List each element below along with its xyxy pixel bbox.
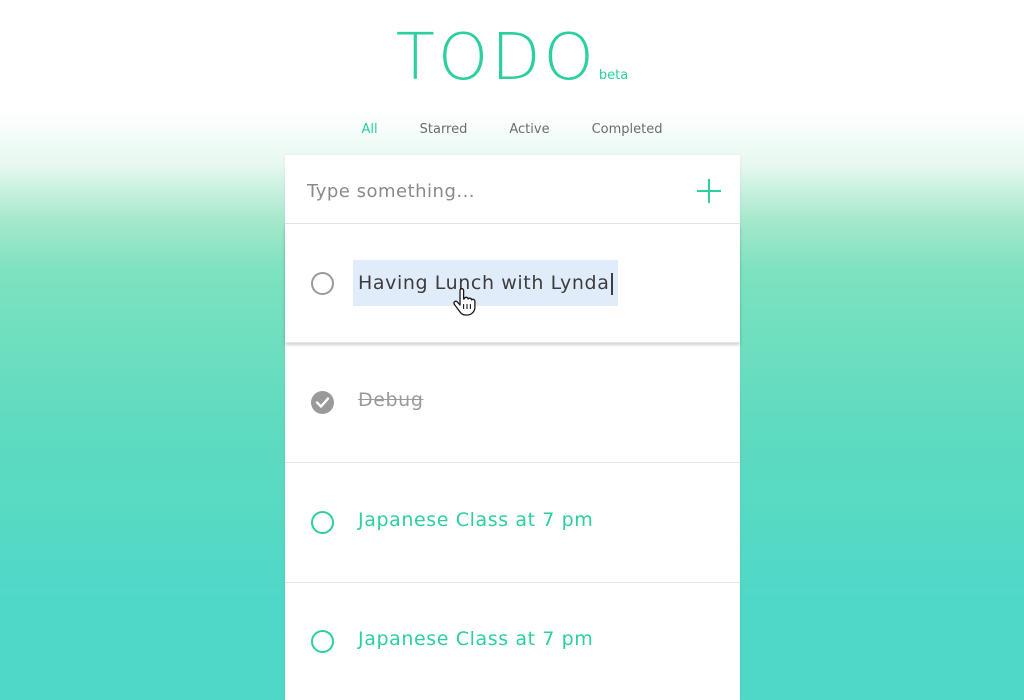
- todo-text: Japanese Class at 7 pm: [358, 509, 594, 531]
- todo-checkbox[interactable]: [311, 511, 334, 534]
- todo-card: Having Lunch with Lynda Debug Japanese C…: [285, 155, 740, 700]
- todo-edit-field[interactable]: Having Lunch with Lynda: [353, 260, 619, 306]
- check-circle-icon[interactable]: [311, 391, 334, 414]
- todo-text: Debug: [358, 389, 424, 411]
- todo-checkbox[interactable]: [311, 272, 334, 295]
- todo-item-active[interactable]: Japanese Class at 7 pm: [285, 583, 740, 700]
- todo-checkbox[interactable]: [311, 630, 334, 653]
- new-todo-row: [285, 155, 740, 224]
- filter-all[interactable]: All: [362, 122, 378, 137]
- filter-tabs: All Starred Active Completed: [0, 122, 1024, 137]
- plus-icon[interactable]: [694, 176, 724, 206]
- filter-starred[interactable]: Starred: [420, 122, 468, 137]
- todo-item-completed[interactable]: Debug: [285, 343, 740, 463]
- new-todo-input[interactable]: [305, 173, 679, 209]
- app-title: TODO: [395, 21, 597, 95]
- todo-text: Having Lunch with Lynda: [358, 272, 610, 294]
- text-caret: [611, 272, 614, 295]
- beta-badge: beta: [598, 68, 629, 83]
- todo-text: Japanese Class at 7 pm: [358, 628, 594, 650]
- app-header: TODO beta: [0, 22, 1024, 94]
- filter-active[interactable]: Active: [509, 122, 549, 137]
- todo-item-editing[interactable]: Having Lunch with Lynda: [285, 224, 740, 343]
- filter-completed[interactable]: Completed: [592, 122, 663, 137]
- todo-item-active[interactable]: Japanese Class at 7 pm: [285, 463, 740, 583]
